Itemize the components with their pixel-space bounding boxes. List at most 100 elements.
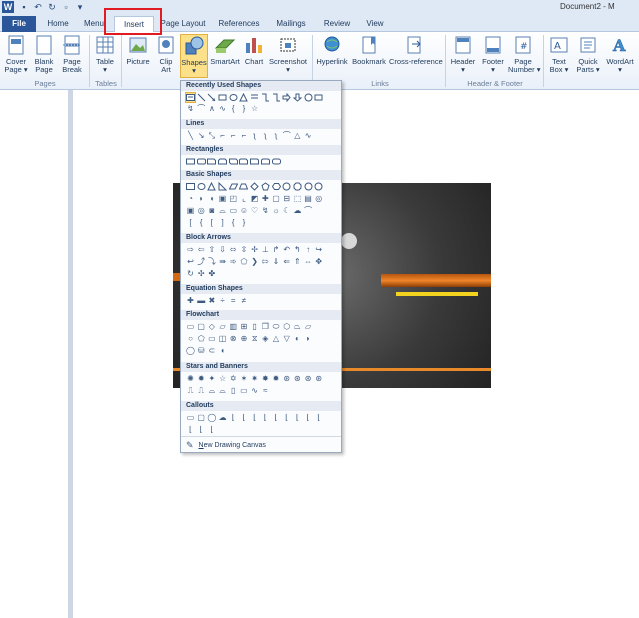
heart-icon[interactable]: ▭ [229, 206, 238, 215]
plaque-icon[interactable]: ▢ [272, 194, 281, 203]
elbow-arrow-icon[interactable]: ⌐ [229, 131, 238, 140]
pie-icon[interactable]: ◔ [186, 194, 195, 203]
curved-up-ribbon-icon[interactable]: ⌓ [207, 386, 216, 395]
quad-arrow-icon[interactable]: ✢ [250, 245, 259, 254]
down-ribbon-icon[interactable]: ⎍ [197, 386, 206, 395]
punched-tape-icon[interactable]: ◫ [218, 334, 227, 343]
customize-icon[interactable]: ▾ [74, 1, 86, 13]
curve-icon[interactable]: ⌒ [282, 131, 291, 140]
star-4-icon[interactable]: ✦ [207, 374, 216, 383]
line-icon[interactable] [250, 93, 259, 102]
manual-operation-icon[interactable]: ⏥ [304, 322, 313, 331]
cloud-callout-icon[interactable]: ☁ [218, 413, 227, 422]
line-callout-icon[interactable]: ⌊ [229, 413, 238, 422]
tab-references[interactable]: References [216, 16, 262, 32]
collate-icon[interactable]: ⧖ [250, 334, 259, 343]
hyperlink-button[interactable]: Hyperlink [315, 34, 349, 66]
vertical-scroll-icon[interactable]: ▯ [229, 386, 238, 395]
l-shape-icon[interactable]: ⌞ [239, 194, 248, 203]
curved-down-ribbon-icon[interactable]: ⌓ [218, 386, 227, 395]
smiley-icon[interactable] [304, 93, 313, 102]
connector-icon[interactable]: ○ [186, 334, 195, 343]
down-arrow-icon[interactable]: ⇩ [218, 245, 227, 254]
striped-right-arrow-icon[interactable]: ⇛ [218, 257, 227, 266]
notched-right-arrow-icon[interactable]: ➾ [229, 257, 238, 266]
round-rectangle-icon[interactable] [250, 157, 260, 166]
line-callout-icon[interactable]: ⌊ [293, 413, 302, 422]
cloud-icon[interactable]: ☁ [293, 206, 302, 215]
page-break-button[interactable]: Page Break [59, 34, 85, 74]
snip-round-rectangle-icon[interactable] [239, 157, 249, 166]
quick-parts-button[interactable]: Quick Parts ▾ [574, 34, 602, 74]
multiply-icon[interactable]: ✖ [207, 296, 216, 305]
left-right-arrow-callout-icon[interactable]: ⇔ [304, 257, 313, 266]
explosion-icon[interactable]: ✺ [186, 374, 195, 383]
right-triangle-icon[interactable] [218, 182, 228, 191]
triangle-icon[interactable] [239, 93, 249, 102]
right-brace-icon[interactable]: } [239, 218, 248, 227]
document-icon[interactable]: ▯ [250, 322, 259, 331]
blank-page-button[interactable]: Blank Page [31, 34, 57, 74]
shapes-button[interactable]: Shapes ▾ [180, 34, 208, 78]
snip-rectangle-icon[interactable] [218, 157, 228, 166]
pentagon-arrow-icon[interactable]: ⬠ [239, 257, 248, 266]
terminator-icon[interactable]: ⬭ [272, 322, 281, 331]
arrow-line-icon[interactable]: ↘ [197, 131, 206, 140]
tab-view[interactable]: View [362, 16, 388, 32]
explosion-icon[interactable]: ✹ [197, 374, 206, 383]
line-icon[interactable] [197, 93, 206, 102]
line-callout-icon[interactable]: ⌊ [314, 413, 323, 422]
smiley-face-icon[interactable]: ⌓ [218, 206, 227, 215]
rounded-rectangle-icon[interactable] [196, 157, 206, 166]
horizontal-scroll-icon[interactable]: ▭ [239, 386, 248, 395]
dodecagon-icon[interactable] [314, 182, 323, 191]
curly-arrow-icon[interactable]: ↯ [186, 104, 195, 113]
quad-arrow-callout-icon[interactable]: ✥ [314, 257, 323, 266]
clip-art-button[interactable]: Clip Art [154, 34, 178, 74]
heart-shape-icon[interactable]: ♡ [250, 206, 259, 215]
card-icon[interactable]: ▭ [207, 334, 216, 343]
double-bracket-icon[interactable]: [ [186, 218, 195, 227]
curved-up-arrow-icon[interactable]: ⤴ [197, 257, 206, 266]
text-box-shape-icon[interactable] [185, 92, 196, 103]
u-turn-arrow-icon[interactable]: ↶ [282, 245, 291, 254]
left-bracket-icon[interactable]: [ [207, 218, 216, 227]
pentagon-icon[interactable] [261, 182, 270, 191]
extract-icon[interactable]: △ [272, 334, 281, 343]
line-callout-icon[interactable]: ⌊ [186, 425, 195, 434]
half-frame-icon[interactable]: ◰ [229, 194, 238, 203]
circular-arrow-icon[interactable]: ✣ [197, 269, 206, 278]
curved-arrow-icon[interactable]: ʅ [261, 131, 270, 140]
left-right-up-arrow-icon[interactable]: ⊥ [261, 245, 270, 254]
down-arrow-callout-icon[interactable]: ⇓ [272, 257, 281, 266]
left-right-arrow-icon[interactable]: ⬄ [229, 245, 238, 254]
oval-icon[interactable] [229, 93, 238, 102]
heptagon-icon[interactable] [282, 182, 291, 191]
line-callout-icon[interactable]: ⌊ [304, 413, 313, 422]
line-callout-icon[interactable]: ⌊ [239, 413, 248, 422]
no-symbol-icon[interactable]: ▣ [186, 206, 195, 215]
right-arrow-icon[interactable]: ⇨ [186, 245, 195, 254]
line-callout-icon[interactable]: ⌊ [197, 425, 206, 434]
word-logo-icon[interactable]: W [2, 1, 14, 13]
star-24-icon[interactable]: ⊛ [293, 374, 302, 383]
moon-icon[interactable]: ☾ [282, 206, 291, 215]
equal-icon[interactable]: = [229, 296, 238, 305]
bent-arrow-icon[interactable]: ↱ [272, 245, 281, 254]
bent-up-arrow-icon[interactable]: ↑ [304, 245, 313, 254]
arrow-line-icon[interactable] [207, 93, 216, 102]
rounded-rectangular-callout-icon[interactable]: ▢ [197, 413, 206, 422]
wordart-button[interactable]: A WordArt ▾ [603, 34, 637, 74]
text-box-shape-icon[interactable] [186, 182, 195, 191]
line-callout-icon[interactable]: ⌊ [272, 413, 281, 422]
smiley-icon[interactable]: ☺ [239, 206, 248, 215]
elbow-double-arrow-icon[interactable]: ⌐ [239, 131, 248, 140]
footer-button[interactable]: Footer ▾ [479, 34, 507, 74]
chevron-icon[interactable]: ❯ [250, 257, 259, 266]
line-callout-icon[interactable]: ⌊ [207, 425, 216, 434]
sort-icon[interactable]: ◈ [261, 334, 270, 343]
round-rectangle-icon[interactable] [271, 157, 281, 166]
tab-review[interactable]: Review [320, 16, 354, 32]
process-icon[interactable]: ▭ [186, 322, 195, 331]
double-brace-icon[interactable]: { [197, 218, 206, 227]
